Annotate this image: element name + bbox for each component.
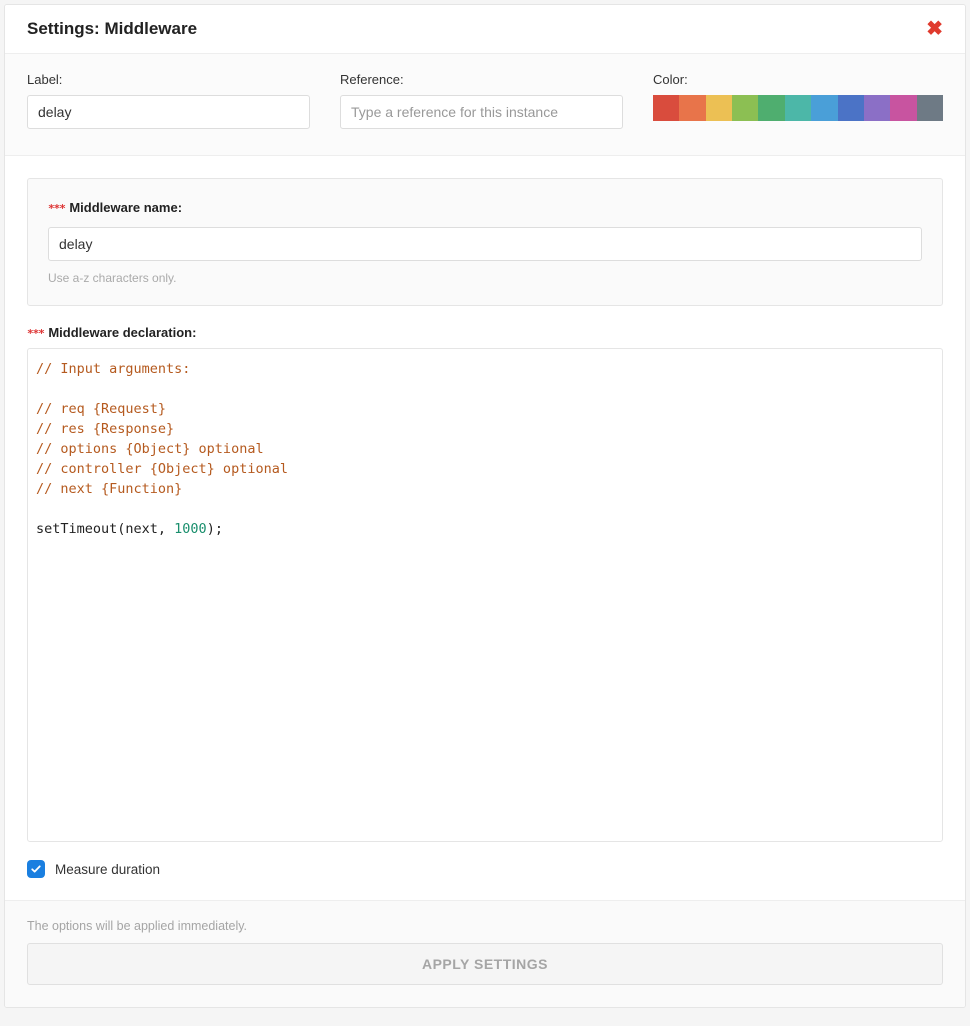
color-swatch[interactable] — [785, 95, 811, 121]
required-mark-icon: *** — [27, 327, 44, 340]
middleware-name-input[interactable] — [48, 227, 922, 261]
label-field-group: Label: — [27, 72, 310, 129]
reference-field-group: Reference: — [340, 72, 623, 129]
color-swatch[interactable] — [679, 95, 705, 121]
measure-duration-row: Measure duration — [27, 860, 943, 878]
modal-footer: The options will be applied immediately.… — [5, 900, 965, 1007]
color-swatch[interactable] — [758, 95, 784, 121]
footer-note: The options will be applied immediately. — [27, 919, 943, 933]
apply-settings-button[interactable]: APPLY SETTINGS — [27, 943, 943, 985]
name-label-row: *** Middleware name: — [48, 199, 922, 217]
check-icon — [30, 863, 42, 875]
color-swatch[interactable] — [811, 95, 837, 121]
modal-header: Settings: Middleware ✖ — [5, 5, 965, 54]
color-swatches — [653, 95, 943, 121]
modal-title: Settings: Middleware — [27, 19, 197, 39]
label-caption: Label: — [27, 72, 310, 87]
main-body: *** Middleware name: Use a-z characters … — [5, 156, 965, 900]
color-swatch[interactable] — [653, 95, 679, 121]
reference-input[interactable] — [340, 95, 623, 129]
color-swatch[interactable] — [732, 95, 758, 121]
close-icon[interactable]: ✖ — [926, 19, 943, 39]
label-input[interactable] — [27, 95, 310, 129]
color-swatch[interactable] — [890, 95, 916, 121]
required-mark-icon: *** — [48, 202, 65, 215]
middleware-name-panel: *** Middleware name: Use a-z characters … — [27, 178, 943, 306]
color-swatch[interactable] — [706, 95, 732, 121]
measure-duration-label: Measure duration — [55, 862, 160, 877]
decl-label-row: *** Middleware declaration: — [27, 324, 943, 342]
color-field-group: Color: — [653, 72, 943, 121]
name-hint: Use a-z characters only. — [48, 271, 922, 285]
reference-caption: Reference: — [340, 72, 623, 87]
color-swatch[interactable] — [917, 95, 943, 121]
measure-duration-checkbox[interactable] — [27, 860, 45, 878]
code-editor[interactable]: // Input arguments: // req {Request} // … — [27, 348, 943, 842]
decl-label: Middleware declaration: — [48, 325, 196, 340]
name-label: Middleware name: — [69, 200, 182, 215]
top-section: Label: Reference: Color: — [5, 54, 965, 156]
color-swatch[interactable] — [864, 95, 890, 121]
color-caption: Color: — [653, 72, 943, 87]
settings-modal: Settings: Middleware ✖ Label: Reference:… — [4, 4, 966, 1008]
color-swatch[interactable] — [838, 95, 864, 121]
